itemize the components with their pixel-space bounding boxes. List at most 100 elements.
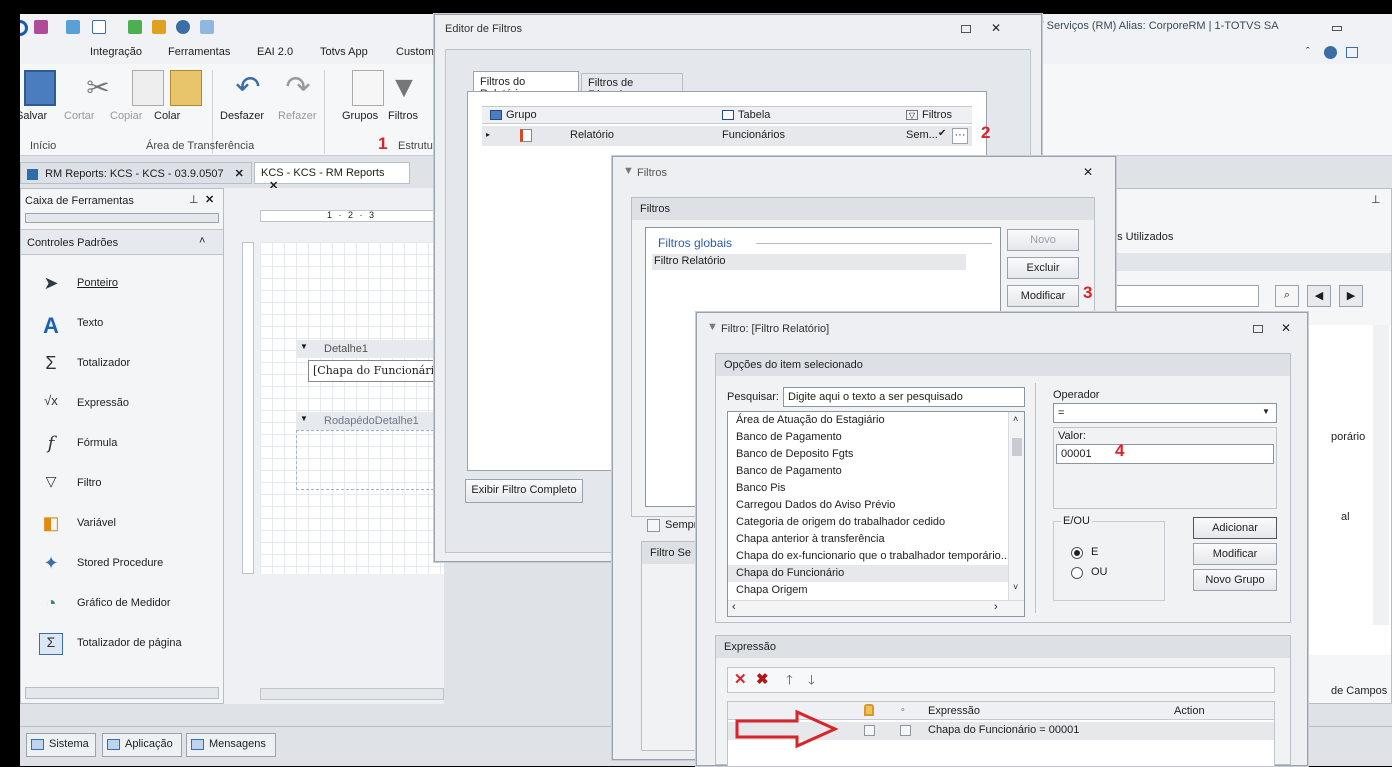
save-quick-icon[interactable]	[66, 20, 80, 34]
cut-button[interactable]: Cortar	[64, 110, 95, 122]
excluir-button[interactable]: Excluir	[1007, 257, 1079, 279]
move-up-icon[interactable]: 🡑	[786, 671, 793, 693]
minimize-icon[interactable]	[1332, 26, 1342, 31]
scroll-thumb[interactable]	[1012, 438, 1022, 456]
radio-e[interactable]	[1071, 547, 1083, 559]
table-row[interactable]: ▸ Relatório Funcionários Sem... ✔ ···	[482, 126, 972, 146]
band-detalhe[interactable]: ▼ Detalhe1	[296, 340, 444, 358]
band-rodape-area[interactable]	[296, 430, 444, 490]
paste-button[interactable]: Colar	[154, 110, 180, 122]
restore-icon[interactable]	[1253, 325, 1263, 333]
copy-button[interactable]: Copiar	[110, 110, 142, 122]
ellipsis-button[interactable]: ···	[952, 128, 968, 144]
prev-icon[interactable]: ◀	[1307, 285, 1331, 307]
grid-col-expressao[interactable]: Expressão	[928, 705, 980, 717]
filters-button[interactable]: Filtros	[388, 110, 418, 122]
tab-custom[interactable]: Custom	[396, 46, 434, 58]
report-field[interactable]: [Chapa do Funcionário	[308, 360, 444, 382]
tool-expression[interactable]: √x Expressão	[31, 389, 211, 419]
list-item-selected[interactable]: Chapa do Funcionário	[728, 565, 1024, 582]
vertical-scrollbar[interactable]	[1373, 325, 1389, 625]
tool-gauge[interactable]: ◔ Gráfico de Medidor	[31, 589, 211, 619]
tool-formula[interactable]: f Fórmula	[31, 429, 211, 459]
tool-page-totalizer[interactable]: Σ Totalizador de página	[31, 629, 211, 659]
toolbox-search[interactable]	[25, 213, 219, 223]
list-item[interactable]: Chapa Origem	[728, 582, 1024, 599]
tab-ferramentas[interactable]: Ferramentas	[168, 46, 230, 58]
scroll-down-icon[interactable]: ˅	[1013, 582, 1018, 592]
lock-checkbox[interactable]	[864, 725, 875, 736]
tab-filtros-formula[interactable]: Filtros de Fórmula	[581, 73, 683, 101]
grid-col-action[interactable]: Action	[1174, 705, 1205, 717]
pin-icon[interactable]: ⊥	[189, 193, 199, 206]
radio-ou[interactable]	[1071, 567, 1083, 579]
tab-integracao[interactable]: Integração	[90, 46, 142, 58]
modificar-button[interactable]: Modificar	[1193, 543, 1277, 565]
design-surface[interactable]	[260, 242, 444, 574]
layout-icon[interactable]	[1346, 47, 1358, 58]
globe-icon[interactable]	[176, 20, 190, 34]
list-item[interactable]: Filtro Relatório	[652, 254, 966, 270]
list-item[interactable]: Carregou Dados do Aviso Prévio	[728, 497, 1024, 514]
novo-button[interactable]: Novo	[1007, 229, 1079, 251]
close-icon[interactable]: ✕	[235, 168, 244, 180]
collapse-ribbon-icon[interactable]: ˆ	[1306, 46, 1310, 58]
tool-totalizer[interactable]: Σ Totalizador	[31, 349, 211, 379]
panel-tab[interactable]: os Utilizados	[1111, 231, 1173, 243]
toolbox-scroll-down[interactable]	[25, 687, 219, 699]
toolbox-section-header[interactable]: Controles Padrões ˄	[21, 229, 223, 255]
search-icon[interactable]: ⌕	[1275, 285, 1299, 307]
restore-icon[interactable]	[961, 25, 971, 33]
novo-grupo-button[interactable]: Novo Grupo	[1193, 569, 1277, 591]
close-icon[interactable]: ✕	[1281, 321, 1291, 335]
adicionar-button[interactable]: Adicionar	[1193, 517, 1277, 539]
delete-icon[interactable]: ✕	[734, 670, 747, 688]
pin-icon[interactable]: ⊥	[1371, 193, 1381, 206]
modificar-button[interactable]: Modificar	[1007, 285, 1079, 307]
scroll-right-icon[interactable]: ›	[994, 601, 998, 613]
active-checkbox[interactable]	[900, 725, 911, 736]
grid-col-filtros[interactable]: Filtros	[922, 109, 952, 121]
list-item[interactable]: Banco Pis	[728, 480, 1024, 497]
list-item[interactable]: Banco de Deposito Fgts	[728, 446, 1024, 463]
undo-button[interactable]: Desfazer	[220, 110, 264, 122]
tab-totvs-app[interactable]: Totvs App	[320, 46, 368, 58]
panel-search[interactable]	[1091, 285, 1259, 307]
scroll-up-icon[interactable]: ˄	[1013, 414, 1018, 424]
mensagens-button[interactable]: Mensagens	[186, 733, 276, 757]
next-icon[interactable]: ▶	[1339, 285, 1363, 307]
save-icon[interactable]	[24, 70, 56, 106]
valor-input[interactable]: 00001	[1056, 444, 1274, 464]
settings-icon[interactable]	[34, 20, 48, 34]
save-button[interactable]: Salvar	[20, 110, 47, 122]
doc-tab-kcs[interactable]: KCS - KCS - RM Reports ✕	[254, 162, 410, 192]
list-item[interactable]: Chapa do ex-funcionario que o trabalhado…	[728, 548, 1024, 565]
list-item[interactable]: Banco de Pagamento	[728, 463, 1024, 480]
web-icon[interactable]	[1324, 46, 1337, 59]
list-vscrollbar[interactable]: ˄ ˅	[1008, 412, 1024, 600]
scroll-left-icon[interactable]: ‹	[732, 601, 736, 613]
fields-list[interactable]: Área de Atuação do Estagiário Banco de P…	[727, 411, 1025, 617]
tool-pointer[interactable]: ➤ Ponteiro	[31, 269, 211, 299]
search-input[interactable]: Digite aqui o texto a ser pesquisado	[783, 387, 1025, 407]
close-icon[interactable]: ✕	[991, 21, 1001, 35]
aplicacao-button[interactable]: Aplicação	[102, 733, 182, 757]
check-icon[interactable]: ✔	[938, 128, 946, 139]
grid-col-grupo[interactable]: Grupo	[506, 109, 537, 121]
tool-stored-procedure[interactable]: ✦ Stored Procedure	[31, 549, 211, 579]
list-hscrollbar[interactable]: ‹ ›	[728, 600, 1024, 616]
panel-footer-tab[interactable]: de Campos	[1331, 685, 1387, 697]
sempre-checkbox[interactable]	[647, 519, 660, 532]
band-rodape[interactable]: ▼ RodapédoDetalhe1	[296, 412, 444, 430]
doc-tab-rm-reports[interactable]: RM Reports: KCS - KCS - 03.9.0507 ✕	[20, 162, 252, 184]
delete-all-icon[interactable]: ✖	[756, 670, 769, 688]
help-icon[interactable]	[200, 20, 214, 34]
edit-icon[interactable]	[152, 20, 166, 34]
grid-col-tabela[interactable]: Tabela	[738, 109, 770, 121]
tool-variable[interactable]: ◧ Variável	[31, 509, 211, 539]
list-item[interactable]: Área de Atuação do Estagiário	[728, 412, 1024, 429]
list-item[interactable]: Categoria de origem do trabalhador cedid…	[728, 514, 1024, 531]
tool-text[interactable]: A Texto	[31, 309, 211, 339]
tab-eai[interactable]: EAI 2.0	[257, 46, 293, 58]
list-item[interactable]: Banco de Pagamento	[728, 429, 1024, 446]
